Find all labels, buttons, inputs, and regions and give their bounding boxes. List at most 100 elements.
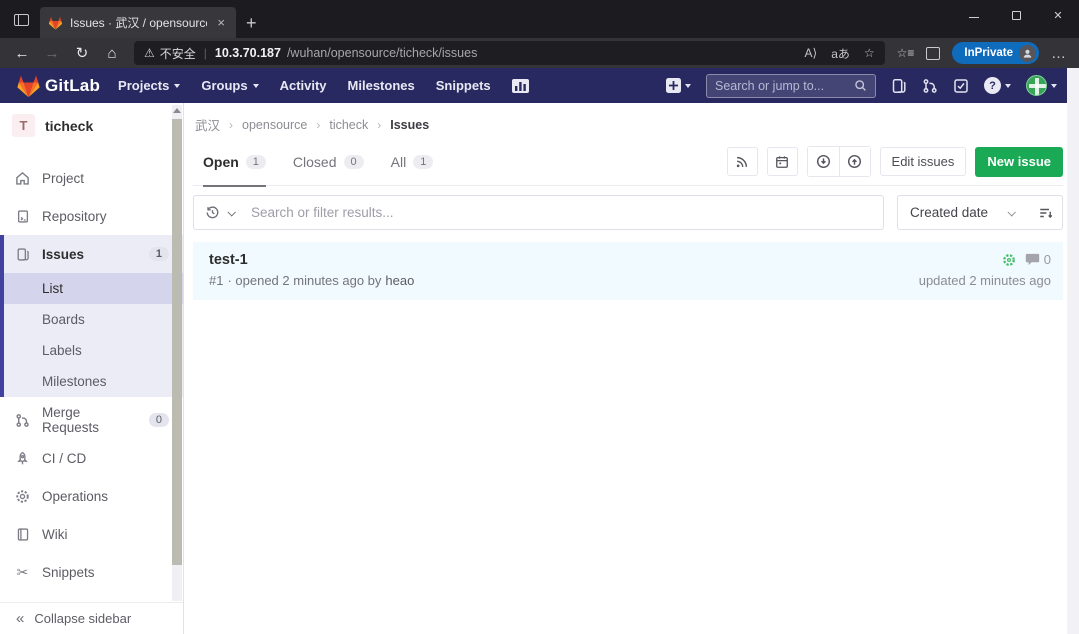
address-bar[interactable]: ⚠ 不安全 | 10.3.70.187 /wuhan/opensource/ti… <box>134 41 885 65</box>
forward-button[interactable]: → <box>38 41 66 65</box>
new-tab-button[interactable]: + <box>246 14 257 32</box>
issue-author-link[interactable]: heao <box>385 273 414 288</box>
project-name: ticheck <box>45 118 93 134</box>
sidebar-item-operations[interactable]: Operations <box>0 477 183 515</box>
collapse-sidebar-button[interactable]: « Collapse sidebar <box>0 602 183 634</box>
issues-state-tabs: Open 1 Closed 0 All 1 <box>193 138 1063 186</box>
help-icon: ? <box>984 77 1001 94</box>
favorite-add-icon[interactable]: ☆ <box>864 46 875 60</box>
global-search[interactable] <box>706 74 876 98</box>
new-menu-button[interactable] <box>666 78 691 93</box>
tab-actions-button[interactable] <box>6 6 36 34</box>
security-warning-label: 不安全 <box>160 45 196 62</box>
sidebar-item-issues[interactable]: Issues 1 <box>4 235 183 273</box>
nav-milestones[interactable]: Milestones <box>348 78 415 93</box>
issues-count-badge: 1 <box>149 247 169 261</box>
sidebar-item-merge-requests[interactable]: Merge Requests 0 <box>0 401 183 439</box>
issues-dashboard-icon[interactable] <box>891 78 907 94</box>
issue-title[interactable]: test-1 <box>209 252 919 268</box>
page-scrollbar[interactable] <box>1067 68 1079 634</box>
collapse-icon: « <box>16 610 24 627</box>
sort-direction-button[interactable] <box>1028 196 1062 229</box>
issues-icon <box>14 247 31 262</box>
history-icon[interactable] <box>205 205 220 220</box>
maximize-button[interactable] <box>995 0 1037 30</box>
mr-count-badge: 0 <box>149 413 169 427</box>
sidebar-item-repository[interactable]: Repository <box>0 197 183 235</box>
favorites-icon[interactable]: ☆≡ <box>897 46 915 60</box>
edit-issues-button[interactable]: Edit issues <box>880 147 967 176</box>
sort-descending-icon <box>1038 206 1053 220</box>
inprivate-badge[interactable]: InPrivate <box>952 42 1039 64</box>
read-aloud-icon[interactable]: A⟩ <box>805 46 818 60</box>
sidebar-item-snippets[interactable]: ✂ Snippets <box>0 553 183 591</box>
calendar-button[interactable] <box>767 147 798 176</box>
merge-requests-icon[interactable] <box>922 78 938 94</box>
url-divider: | <box>204 46 207 60</box>
todos-icon[interactable] <box>953 78 969 94</box>
chart-icon[interactable] <box>512 79 529 93</box>
main-content: 武汉 › opensource › ticheck › Issues Open … <box>185 103 1067 634</box>
close-button[interactable]: ✕ <box>1037 0 1079 30</box>
tab-close-icon[interactable]: × <box>214 15 228 30</box>
issue-comments[interactable]: 0 <box>1025 252 1051 267</box>
sidebar-item-ci-cd[interactable]: CI / CD <box>0 439 183 477</box>
browser-tab[interactable]: Issues · 武汉 / opensource / tich × <box>40 7 236 38</box>
new-issue-button[interactable]: New issue <box>975 147 1063 177</box>
rss-button[interactable] <box>727 147 758 176</box>
project-avatar: T <box>12 114 35 137</box>
help-menu[interactable]: ? <box>984 77 1011 94</box>
global-search-input[interactable] <box>715 79 854 93</box>
gitlab-logo[interactable] <box>16 74 41 98</box>
filter-search-input[interactable] <box>251 205 872 220</box>
sidebar-item-milestones[interactable]: Milestones <box>4 366 183 397</box>
home-button[interactable]: ⌂ <box>98 41 126 65</box>
nav-projects[interactable]: Projects <box>118 78 180 93</box>
issue-list-item[interactable]: test-1 #1 · opened 2 minutes ago by heao… <box>193 242 1063 300</box>
refresh-button[interactable]: ↻ <box>68 41 96 65</box>
scroll-up-icon <box>173 108 181 113</box>
sidebar-scrollbar[interactable] <box>172 105 182 601</box>
sidebar-item-labels[interactable]: Labels <box>4 335 183 366</box>
sort-by-dropdown[interactable]: Created date <box>898 205 1028 220</box>
nav-activity[interactable]: Activity <box>280 78 327 93</box>
person-icon <box>1022 48 1033 59</box>
scissors-icon: ✂ <box>14 564 31 581</box>
inprivate-label: InPrivate <box>964 47 1013 59</box>
user-menu[interactable] <box>1026 75 1057 96</box>
project-header[interactable]: T ticheck <box>0 103 183 147</box>
breadcrumb-project[interactable]: ticheck <box>329 118 368 132</box>
export-issues-button[interactable] <box>839 147 870 176</box>
tab-closed[interactable]: Closed 0 <box>293 138 364 186</box>
gitlab-favicon <box>48 16 63 30</box>
security-warning[interactable]: ⚠ 不安全 <box>144 45 196 62</box>
url-path: /wuhan/opensource/ticheck/issues <box>287 46 477 60</box>
chevron-down-icon[interactable] <box>227 208 235 216</box>
sidebar-item-wiki[interactable]: Wiki <box>0 515 183 553</box>
filter-search-bar[interactable] <box>193 195 884 230</box>
window-controls: ✕ <box>953 0 1079 30</box>
nav-groups[interactable]: Groups <box>201 78 258 93</box>
import-icon <box>816 154 831 169</box>
translate-icon[interactable]: aあ <box>831 45 850 62</box>
minimize-icon <box>969 17 979 18</box>
gitlab-brand[interactable]: GitLab <box>45 76 100 96</box>
sidebar-scrollbar-thumb[interactable] <box>172 119 182 565</box>
breadcrumb-subgroup[interactable]: opensource <box>242 118 307 132</box>
chevron-down-icon <box>1051 84 1057 88</box>
sidebar-item-project[interactable]: Project <box>0 159 183 197</box>
nav-snippets[interactable]: Snippets <box>436 78 491 93</box>
tab-open[interactable]: Open 1 <box>203 138 266 186</box>
sidebar-item-boards[interactable]: Boards <box>4 304 183 335</box>
sidebar-item-list[interactable]: List <box>4 273 183 304</box>
import-issues-button[interactable] <box>808 147 839 176</box>
collections-icon[interactable] <box>926 47 940 60</box>
tab-all[interactable]: All 1 <box>391 138 434 186</box>
book-icon <box>14 527 31 542</box>
sort-controls: Created date <box>897 195 1063 230</box>
back-button[interactable]: ← <box>8 41 36 65</box>
comment-icon <box>1025 253 1040 266</box>
breadcrumb-group[interactable]: 武汉 <box>195 115 220 134</box>
settings-more-icon[interactable]: … <box>1051 45 1067 62</box>
minimize-button[interactable] <box>953 0 995 30</box>
